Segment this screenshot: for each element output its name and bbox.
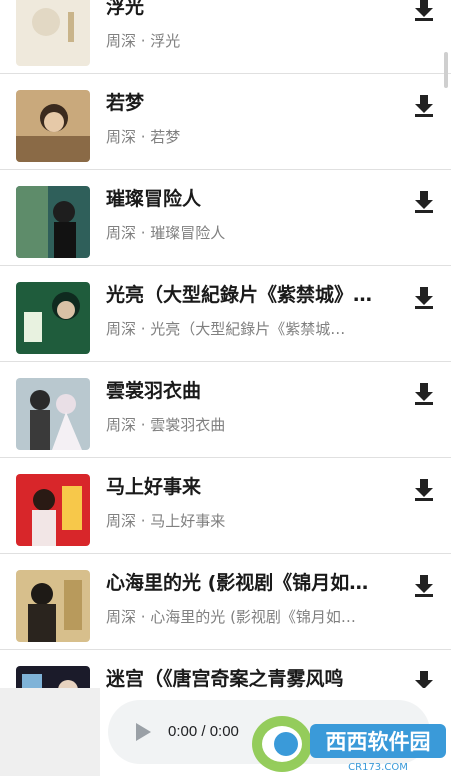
audio-player-bar: 0:00 / 0:00 西西软件园 CR173.COM: [0, 688, 451, 776]
watermark-logo: 西西软件园 CR173.COM: [246, 710, 451, 776]
song-title: 雲裳羽衣曲: [106, 380, 202, 402]
song-subtitle: 周深 · 璀璨冒险人: [106, 224, 226, 242]
list-item[interactable]: 浮光 周深 · 浮光: [0, 0, 451, 74]
download-icon[interactable]: [411, 92, 437, 118]
list-item[interactable]: 雲裳羽衣曲 周深 · 雲裳羽衣曲: [0, 362, 451, 458]
song-subtitle: 周深 · 雲裳羽衣曲: [106, 416, 226, 434]
album-art: [16, 90, 90, 162]
song-subtitle: 周深 · 心海里的光 (影视剧《锦月如…: [106, 608, 356, 626]
download-icon[interactable]: [411, 572, 437, 598]
album-art: [16, 282, 90, 354]
album-art: [16, 186, 90, 258]
watermark-text: 西西软件园: [326, 730, 431, 754]
list-item[interactable]: 璀璨冒险人 周深 · 璀璨冒险人: [0, 170, 451, 266]
play-icon[interactable]: [134, 722, 152, 742]
watermark-url: CR173.COM: [348, 762, 408, 773]
song-title: 若梦: [106, 92, 145, 114]
download-icon[interactable]: [411, 380, 437, 406]
list-item[interactable]: 光亮（大型紀錄片《紫禁城》… 周深 · 光亮（大型紀錄片《紫禁城…: [0, 266, 451, 362]
song-subtitle: 周深 · 马上好事来: [106, 512, 226, 530]
song-title: 光亮（大型紀錄片《紫禁城》…: [106, 284, 373, 306]
album-art: [16, 378, 90, 450]
album-art: [16, 474, 90, 546]
download-icon[interactable]: [411, 284, 437, 310]
song-title: 马上好事来: [106, 476, 202, 498]
song-subtitle: 周深 · 光亮（大型紀錄片《紫禁城…: [106, 320, 346, 338]
download-icon[interactable]: [411, 188, 437, 214]
album-art: [16, 570, 90, 642]
song-title: 浮光: [106, 0, 145, 18]
scrollbar-thumb[interactable]: [444, 52, 448, 88]
download-icon[interactable]: [411, 0, 437, 22]
list-item[interactable]: 若梦 周深 · 若梦: [0, 74, 451, 170]
album-art: [16, 0, 90, 66]
song-subtitle: 周深 · 浮光: [106, 32, 181, 50]
song-subtitle: 周深 · 若梦: [106, 128, 181, 146]
song-title: 心海里的光 (影视剧《锦月如…: [106, 572, 369, 594]
list-item[interactable]: 心海里的光 (影视剧《锦月如… 周深 · 心海里的光 (影视剧《锦月如…: [0, 554, 451, 650]
song-title: 璀璨冒险人: [106, 188, 202, 210]
player-side-panel: [0, 688, 100, 776]
download-icon[interactable]: [411, 476, 437, 502]
time-display: 0:00 / 0:00: [168, 723, 239, 740]
list-item[interactable]: 马上好事来 周深 · 马上好事来: [0, 458, 451, 554]
